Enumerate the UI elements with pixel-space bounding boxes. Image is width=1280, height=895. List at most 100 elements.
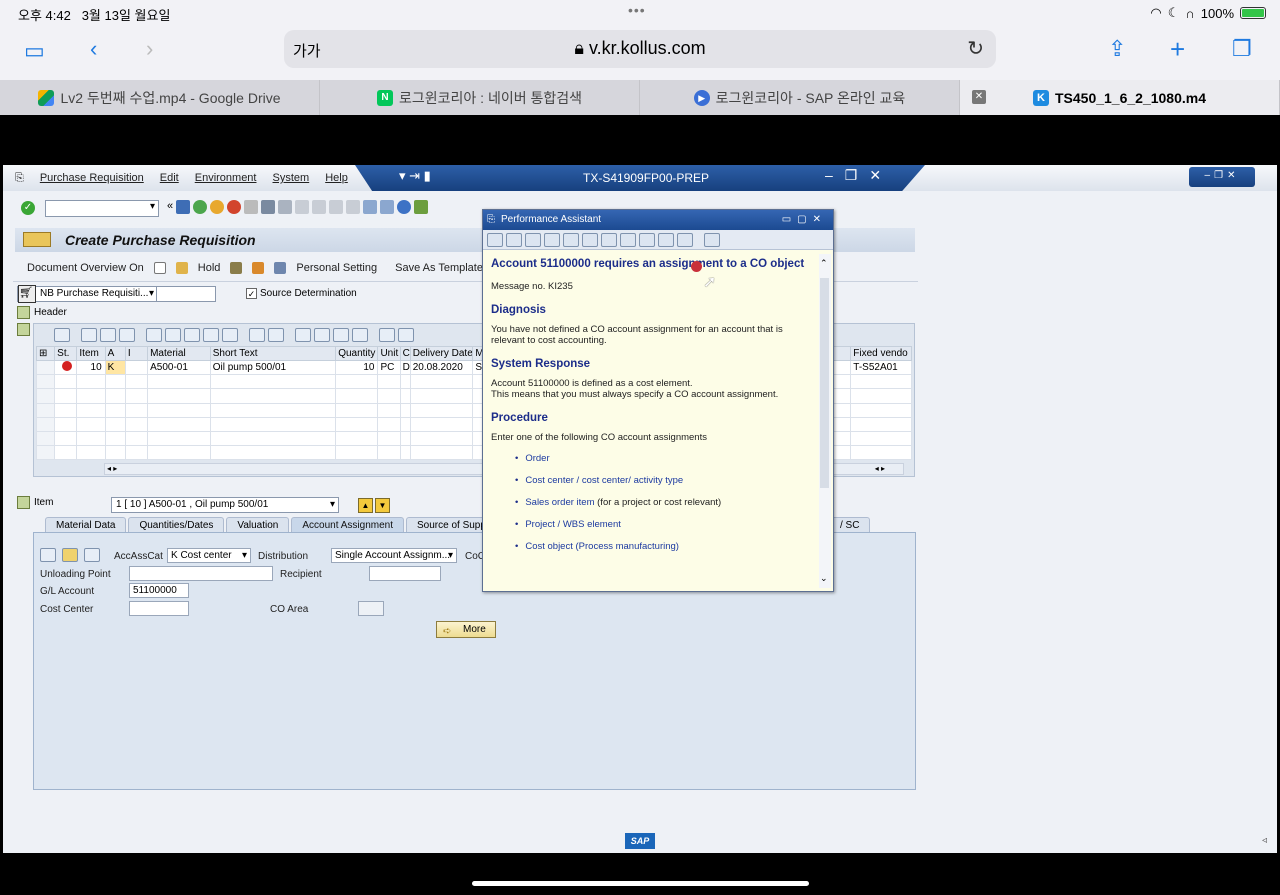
col-header[interactable]: Unit — [377, 345, 401, 362]
scroll-down-icon[interactable]: ⌄ — [820, 573, 828, 584]
document-overview-button[interactable]: Document Overview On — [27, 262, 144, 274]
print-grid-icon[interactable] — [295, 328, 311, 342]
enter-button[interactable]: ✓ — [21, 201, 35, 215]
pa-vertical-scrollbar[interactable]: ⌃ ⌄ — [819, 254, 831, 588]
layout-grid-icon[interactable] — [352, 328, 368, 342]
sort-asc-icon[interactable] — [146, 328, 162, 342]
document-type-select[interactable]: 🛒︎ NB Purchase Requisiti... — [17, 285, 157, 303]
help-icon[interactable] — [397, 200, 412, 214]
tab-account-assignment[interactable]: Account Assignment — [291, 517, 404, 533]
info-icon[interactable] — [274, 262, 287, 274]
next-item-button[interactable]: ▼ — [375, 498, 390, 513]
more-button[interactable]: ➪ More — [436, 621, 496, 638]
sidebar-icon[interactable]: ▭ — [24, 38, 45, 64]
resize-grip-icon[interactable]: ◃ — [1262, 835, 1267, 846]
pa-window-controls[interactable]: ▭▢✕ — [782, 210, 827, 230]
check-icon[interactable] — [230, 262, 243, 274]
document-number-field[interactable] — [156, 286, 216, 302]
pa-close-icon[interactable] — [704, 233, 720, 247]
reload-icon[interactable]: ↻ — [967, 36, 984, 61]
next-page-icon[interactable] — [329, 200, 344, 214]
date-cat-cell[interactable]: D — [399, 360, 411, 376]
first-page-icon[interactable] — [295, 200, 310, 214]
select-all-icon[interactable]: ⊞ — [35, 345, 56, 362]
col-header[interactable]: Quantity — [335, 345, 379, 362]
col-header[interactable]: Material — [147, 345, 211, 362]
expand-items-icon[interactable] — [17, 323, 30, 336]
scroll-left-icon[interactable]: ◂ ▸ — [107, 464, 117, 473]
menu-system[interactable]: System — [273, 172, 310, 185]
save-icon[interactable] — [176, 200, 191, 214]
acc-ass-cat-select[interactable]: K Cost center — [167, 548, 251, 563]
item-select[interactable]: 1 [ 10 ] A500-01 , Oil pump 500/01 — [111, 497, 339, 513]
collapse-icon[interactable]: « — [167, 200, 173, 214]
exit-icon[interactable] — [210, 200, 225, 214]
subtotal-icon[interactable] — [268, 328, 284, 342]
find-next-grid-icon[interactable] — [203, 328, 219, 342]
acct-cat-cell[interactable]: K — [104, 360, 126, 376]
menu-edit[interactable]: Edit — [160, 172, 179, 185]
tab-valuation[interactable]: Valuation — [226, 517, 290, 533]
pa-technical-info-icon[interactable] — [544, 233, 560, 247]
header-toggle[interactable]: Header — [17, 306, 67, 319]
col-header[interactable]: St. — [54, 345, 78, 362]
find-icon[interactable] — [261, 200, 276, 214]
col-header[interactable]: C — [399, 345, 411, 362]
messages-icon[interactable] — [252, 262, 265, 274]
link-cost-center[interactable]: Cost center / cost center/ activity type — [525, 475, 683, 486]
copy-icon[interactable] — [81, 328, 97, 342]
back-icon[interactable]: ‹ — [90, 36, 97, 62]
share-icon[interactable]: ⇪ — [1108, 36, 1126, 62]
scroll-right-icon[interactable]: ◂ ▸ — [875, 464, 885, 473]
item-cell[interactable]: 10 — [76, 360, 106, 376]
pa-settings-icon[interactable] — [677, 233, 693, 247]
new-session-icon[interactable] — [363, 200, 378, 214]
distribution-select[interactable]: Single Account Assignm... — [331, 548, 457, 563]
menu-purchase-requisition[interactable]: Purchase Requisition — [40, 172, 144, 185]
details-icon[interactable] — [54, 328, 70, 342]
material-cell[interactable]: A500-01 — [147, 360, 211, 376]
banner-controls-icon[interactable]: ▾ ⇥ ▮ — [399, 168, 431, 184]
col-header[interactable]: A — [104, 345, 126, 362]
print-icon[interactable] — [244, 200, 259, 214]
cost-center-field[interactable] — [129, 601, 189, 616]
pa-tools-icon[interactable] — [582, 233, 598, 247]
tab-naver[interactable]: N 로그윈코리아 : 네이버 통합검색 — [320, 80, 640, 115]
save-as-template-button[interactable]: Save As Template — [395, 262, 483, 274]
pa-home-icon[interactable] — [525, 233, 541, 247]
col-header[interactable]: I — [124, 345, 149, 362]
source-determination-checkbox[interactable]: ✓ — [246, 288, 257, 299]
info-grid-icon[interactable] — [379, 328, 395, 342]
prev-item-button[interactable]: ▲ — [358, 498, 373, 513]
pa-user-icon[interactable] — [601, 233, 617, 247]
layout-icon[interactable] — [414, 200, 429, 214]
link-order[interactable]: Order — [525, 453, 549, 464]
new-tab-icon[interactable]: + — [1170, 34, 1185, 65]
hold-button[interactable]: Hold — [198, 262, 221, 274]
collapse-item-detail-icon[interactable] — [17, 496, 30, 509]
col-header[interactable]: Delivery Date — [409, 345, 474, 362]
source-determination[interactable]: ✓ Source Determination — [246, 288, 357, 299]
edit-icon[interactable] — [62, 548, 78, 562]
pa-forward-icon[interactable] — [506, 233, 522, 247]
single-line-icon[interactable] — [40, 548, 56, 562]
scroll-thumb[interactable] — [820, 278, 829, 488]
forward-icon[interactable]: › — [146, 36, 153, 62]
tab-google-drive[interactable]: Lv2 두번째 수업.mp4 - Google Drive — [0, 80, 320, 115]
link-wbs-element[interactable]: Project / WBS element — [525, 519, 621, 530]
tab-quantities-dates[interactable]: Quantities/Dates — [128, 517, 225, 533]
menu-help[interactable]: Help — [325, 172, 348, 185]
quantity-cell[interactable]: 10 — [335, 360, 379, 376]
menu-environment[interactable]: Environment — [195, 172, 257, 185]
undo-icon[interactable] — [119, 328, 135, 342]
pa-print-icon[interactable] — [639, 233, 655, 247]
outer-window-controls[interactable]: –❐✕ — [1189, 167, 1255, 187]
scroll-up-icon[interactable]: ⌃ — [820, 258, 828, 269]
shortcut-icon[interactable] — [380, 200, 395, 214]
new-document-icon[interactable] — [153, 262, 166, 274]
tab-sap-course[interactable]: ▶ 로그윈코리아 - SAP 온라인 교육 — [640, 80, 960, 115]
recipient-field[interactable] — [369, 566, 441, 581]
pa-glossary-icon[interactable] — [620, 233, 636, 247]
link-sales-order-item[interactable]: Sales order item — [525, 497, 594, 508]
fixed-vendor-cell[interactable]: T-S52A01 — [850, 360, 912, 376]
